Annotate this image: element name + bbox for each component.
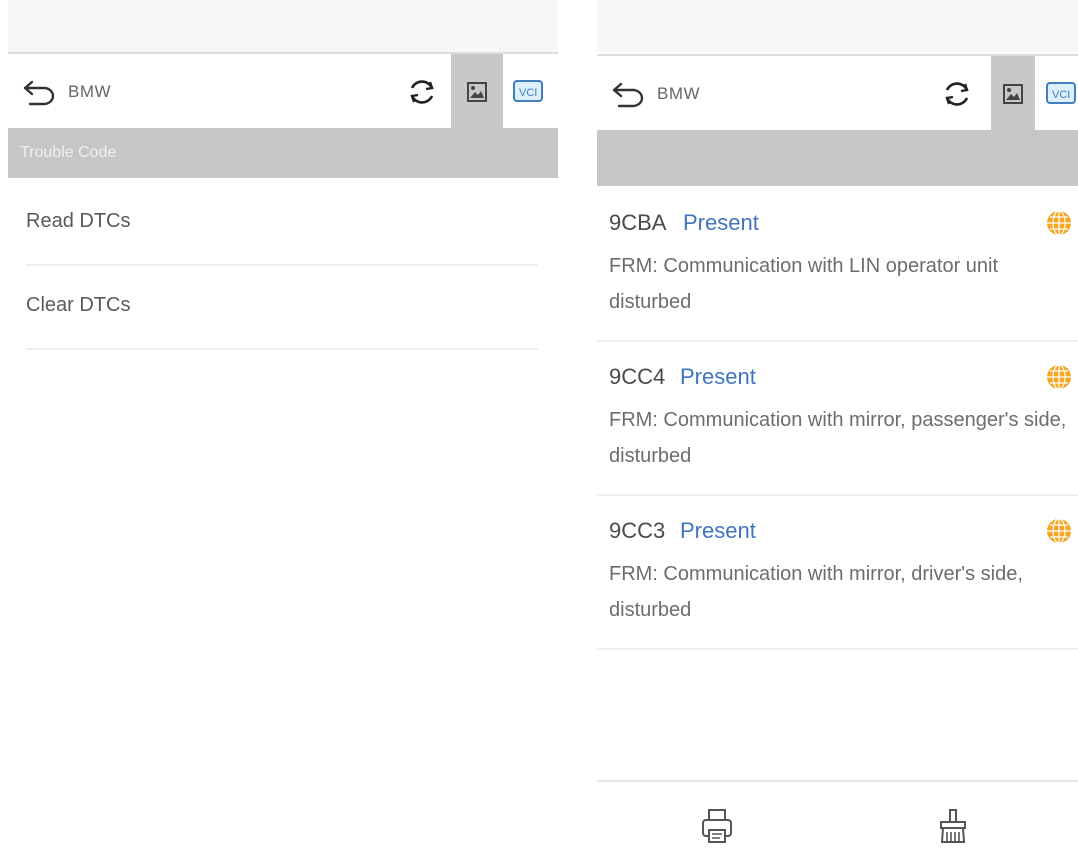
menu-item-clear-dtcs[interactable]: Clear DTCs — [26, 264, 538, 350]
dtc-list-item[interactable]: 9CBA Present FRM: Communication with LIN… — [597, 188, 1078, 342]
screenshot-icon[interactable] — [459, 74, 495, 110]
dtc-list-item[interactable]: 9CC3 Present FRM: Communication with mir… — [597, 496, 1078, 650]
toolbar: BMW VCI — [597, 54, 1078, 130]
vci-icon[interactable]: VCI — [1043, 76, 1078, 112]
menu-item-label: Read DTCs — [26, 210, 131, 232]
refresh-icon[interactable] — [939, 76, 975, 112]
dtc-status: Present — [680, 364, 756, 389]
dtc-list-screen: BMW VCI 9CBA Present FRM: Communication … — [597, 0, 1078, 865]
globe-icon[interactable] — [1046, 364, 1072, 390]
status-bar — [597, 0, 1078, 52]
dtc-description: FRM: Communication with mirror, passenge… — [609, 409, 1067, 467]
section-header-label: Trouble Code — [20, 144, 117, 161]
back-arrow-icon[interactable] — [22, 78, 58, 106]
vci-icon[interactable]: VCI — [510, 74, 546, 110]
status-bar — [8, 0, 558, 52]
dtc-code: 9CC4 — [609, 364, 666, 389]
section-header: Trouble Code — [8, 128, 558, 178]
trouble-code-screen: BMW VCI Trouble Code Read DTCs Clear DTC… — [8, 0, 558, 865]
dtc-description: FRM: Communication with LIN operator uni… — [609, 255, 999, 313]
toolbar: BMW VCI — [8, 52, 558, 130]
dtc-code: 9CC3 — [609, 518, 666, 543]
toolbar-title: BMW — [657, 84, 701, 103]
clear-broom-icon[interactable] — [935, 806, 971, 846]
print-icon[interactable] — [699, 806, 735, 846]
dtc-status: Present — [680, 518, 756, 543]
bottom-action-bar — [597, 780, 1078, 865]
dtc-status: Present — [683, 210, 759, 235]
section-header — [597, 130, 1078, 186]
svg-text:VCI: VCI — [1052, 89, 1070, 101]
dtc-list-item[interactable]: 9CC4 Present FRM: Communication with mir… — [597, 342, 1078, 496]
menu-item-read-dtcs[interactable]: Read DTCs — [26, 180, 538, 266]
menu-item-label: Clear DTCs — [26, 294, 131, 316]
globe-icon[interactable] — [1046, 210, 1072, 236]
dtc-code: 9CBA — [609, 210, 667, 235]
back-arrow-icon[interactable] — [611, 80, 647, 108]
globe-icon[interactable] — [1046, 518, 1072, 544]
svg-text:VCI: VCI — [519, 87, 537, 99]
dtc-description: FRM: Communication with mirror, driver's… — [609, 563, 1023, 621]
refresh-icon[interactable] — [404, 74, 440, 110]
screenshot-icon[interactable] — [995, 76, 1031, 112]
toolbar-title: BMW — [68, 82, 112, 101]
